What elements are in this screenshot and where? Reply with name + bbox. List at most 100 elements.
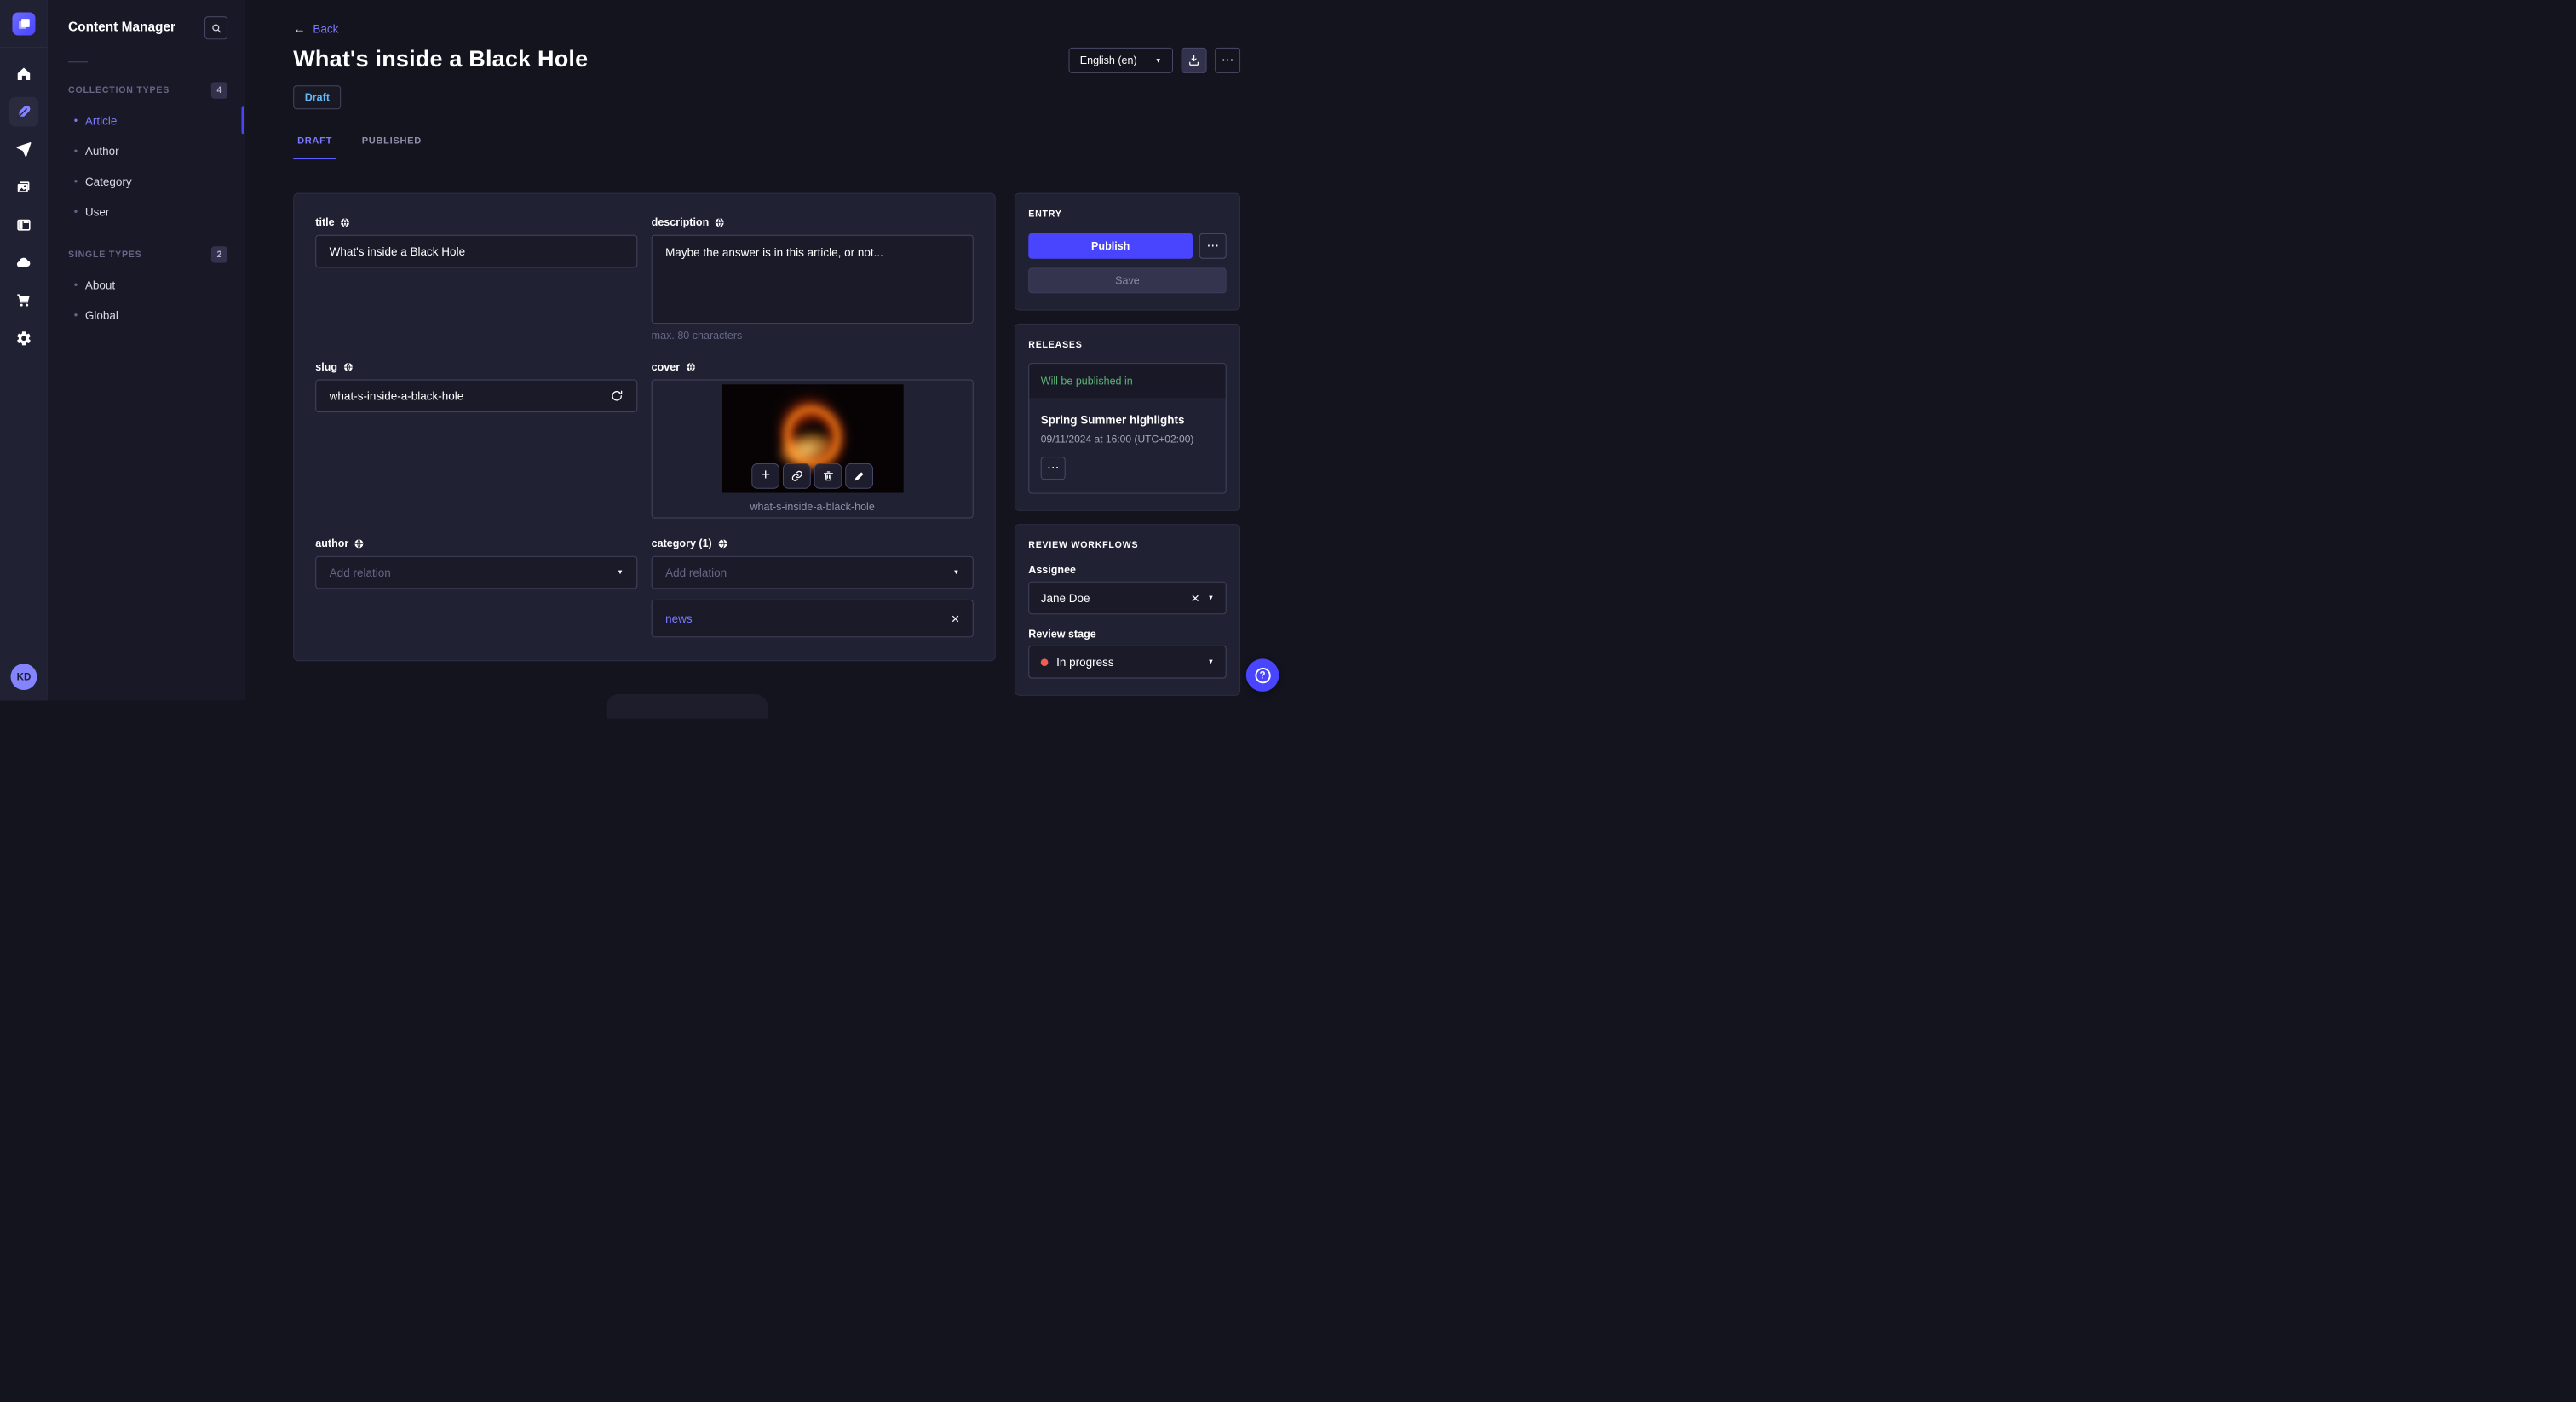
entry-more-button[interactable]: ⋯ (1199, 233, 1227, 259)
localized-globe-icon (686, 362, 695, 371)
category-relation-select[interactable]: Add relation ▼ (651, 555, 974, 589)
author-placeholder: Add relation (329, 566, 391, 579)
chevron-down-icon: ▼ (952, 568, 960, 576)
field-category: category (1) Add relation ▼ news × (651, 537, 974, 638)
slug-field-label: slug (315, 360, 338, 373)
bullet-icon: • (73, 308, 78, 322)
bullet-icon: • (73, 114, 78, 127)
description-value: Maybe the answer is in this article, or … (665, 245, 883, 259)
help-button[interactable]: ? (1245, 658, 1279, 692)
sidebar-item-about[interactable]: • About (68, 269, 227, 300)
field-slug: slug what-s-inside-a-black-hole (315, 360, 638, 518)
sidebar-item-global[interactable]: • Global (68, 300, 227, 330)
release-more-button[interactable]: ⋯ (1040, 457, 1066, 480)
author-relation-select[interactable]: Add relation ▼ (315, 555, 638, 589)
home-icon[interactable] (9, 59, 38, 89)
tab-published[interactable]: PUBLISHED (358, 136, 426, 159)
category-relation-item: news × (651, 599, 974, 638)
save-button[interactable]: Save (1028, 267, 1227, 294)
collection-types-label: COLLECTION TYPES (68, 85, 170, 95)
content-manager-feather-icon[interactable] (9, 96, 38, 127)
sidebar-item-user[interactable]: • User (68, 196, 227, 227)
review-stage-select[interactable]: In progress ▼ (1028, 645, 1227, 679)
category-placeholder: Add relation (665, 566, 727, 579)
stage-status-dot-icon (1040, 658, 1049, 666)
chevron-down-icon: ▼ (1154, 56, 1162, 64)
bullet-icon: • (73, 205, 78, 218)
marketplace-cart-icon[interactable] (9, 286, 38, 316)
title-input[interactable]: What's inside a Black Hole (315, 234, 638, 268)
strapi-logo-icon[interactable] (11, 12, 35, 36)
refresh-icon (612, 390, 623, 401)
logo-section (0, 0, 47, 48)
field-description: description Maybe the answer is in this … (651, 215, 974, 342)
add-media-button[interactable]: + (751, 463, 780, 489)
chevron-down-icon: ▼ (1207, 658, 1215, 666)
assignee-label: Assignee (1028, 563, 1077, 576)
export-button[interactable] (1181, 47, 1207, 73)
sidebar-title: Content Manager (68, 20, 176, 35)
rail-nav (9, 59, 38, 353)
main-content: ← Back What's inside a Black Hole Englis… (244, 0, 1288, 701)
back-arrow-icon: ← (293, 21, 306, 36)
description-textarea[interactable]: Maybe the answer is in this article, or … (651, 234, 974, 324)
content-manager-sidebar: Content Manager COLLECTION TYPES 4 • Art… (47, 0, 245, 701)
single-types-section: SINGLE TYPES 2 • About • Global (68, 246, 228, 330)
cloud-icon[interactable] (9, 248, 38, 278)
title-input-value: What's inside a Black Hole (329, 244, 466, 258)
back-link[interactable]: ← Back (293, 22, 350, 35)
review-workflows-panel: REVIEW WORKFLOWS Assignee Jane Doe × ▼ R… (1014, 524, 1241, 696)
collection-types-count-badge: 4 (210, 82, 228, 99)
sidebar-item-label: Category (84, 174, 132, 188)
localized-globe-icon (718, 538, 727, 549)
entry-heading: ENTRY (1028, 209, 1062, 220)
help-question-icon: ? (1254, 667, 1271, 683)
edit-media-button[interactable] (845, 463, 874, 489)
remove-relation-icon[interactable]: × (952, 612, 960, 625)
locale-value: English (en) (1079, 54, 1137, 67)
bullet-icon: • (73, 278, 78, 291)
release-name[interactable]: Spring Summer highlights (1041, 413, 1214, 426)
localized-globe-icon (343, 362, 353, 371)
slug-input[interactable]: what-s-inside-a-black-hole (315, 379, 638, 413)
layout-icon[interactable] (9, 210, 38, 240)
publish-button[interactable]: Publish (1028, 233, 1193, 259)
assignee-select[interactable]: Jane Doe × ▼ (1028, 581, 1227, 615)
bottom-drawer-pill[interactable] (606, 693, 768, 719)
sidebar-item-category[interactable]: • Category (68, 166, 227, 197)
tab-draft[interactable]: DRAFT (293, 136, 336, 160)
cover-media-card: + what-s-inside-a-black-hole (651, 379, 974, 519)
category-field-label: category (1) (651, 537, 712, 550)
sidebar-item-label: About (84, 278, 116, 291)
release-card: Will be published in Spring Summer highl… (1028, 363, 1227, 494)
side-column: ENTRY Publish ⋯ Save RELEASES Will be pu… (1014, 192, 1241, 696)
author-field-label: author (315, 537, 349, 550)
delete-media-button[interactable] (814, 463, 842, 489)
chevron-down-icon: ▼ (1207, 594, 1215, 601)
send-icon[interactable] (9, 135, 38, 164)
cover-image-black-hole: + (722, 384, 904, 493)
releases-heading: RELEASES (1028, 340, 1083, 350)
more-actions-button[interactable]: ⋯ (1215, 47, 1241, 73)
field-cover: cover + what-s-inside-a-black-hole (651, 360, 974, 519)
cover-filename: what-s-inside-a-black-hole (750, 500, 875, 513)
copy-link-button[interactable] (782, 463, 811, 489)
trash-icon (823, 471, 833, 481)
single-types-label: SINGLE TYPES (68, 250, 142, 260)
bullet-icon: • (73, 144, 78, 158)
sidebar-item-label: Global (84, 308, 118, 322)
search-button[interactable] (204, 16, 228, 40)
media-library-icon[interactable] (9, 172, 38, 202)
clear-assignee-icon[interactable]: × (1191, 591, 1199, 605)
locale-select[interactable]: English (en) ▼ (1068, 47, 1173, 73)
sidebar-item-article[interactable]: • Article (68, 105, 244, 135)
description-field-label: description (651, 215, 710, 229)
page-title: What's inside a Black Hole (293, 45, 589, 72)
title-field-label: title (315, 215, 335, 229)
review-stage-label: Review stage (1028, 627, 1096, 641)
settings-gear-icon[interactable] (9, 324, 38, 353)
regenerate-slug-button[interactable] (610, 389, 623, 402)
user-avatar[interactable]: KD (10, 664, 37, 690)
relation-link-news[interactable]: news (665, 612, 952, 624)
sidebar-item-author[interactable]: • Author (68, 135, 227, 166)
